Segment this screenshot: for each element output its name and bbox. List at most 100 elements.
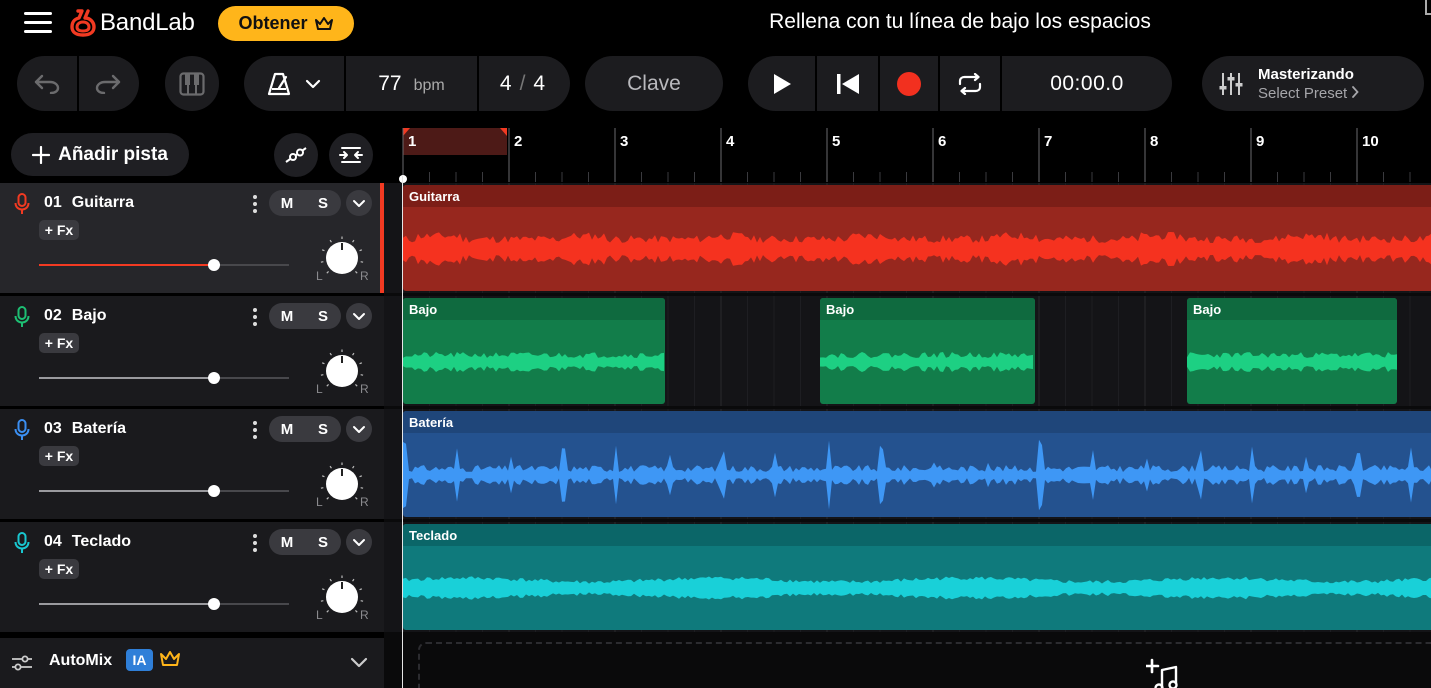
get-button-label: Obtener: [238, 13, 308, 33]
track-header[interactable]: 01 Guitarra M S + Fx L R: [0, 183, 384, 293]
audio-clip[interactable]: Bajo: [820, 298, 1035, 404]
automation-icon: [285, 147, 307, 163]
audio-clip[interactable]: Bajo: [1187, 298, 1397, 404]
expand-track-button[interactable]: [346, 529, 372, 555]
key-button[interactable]: Clave: [585, 56, 723, 111]
volume-handle[interactable]: [208, 259, 220, 271]
solo-button[interactable]: S: [305, 416, 341, 442]
undo-button[interactable]: [17, 56, 77, 111]
time-value: 00:00.0: [1050, 71, 1124, 95]
add-fx-button[interactable]: + Fx: [39, 220, 79, 240]
loop-icon: [958, 72, 982, 95]
audio-clip[interactable]: Teclado: [403, 524, 1431, 630]
expand-track-button[interactable]: [346, 190, 372, 216]
clip-title: Bajo: [403, 298, 665, 320]
bandlab-logo-icon: [70, 9, 96, 37]
time-signature-denominator: 4: [533, 71, 548, 95]
play-button[interactable]: [748, 56, 815, 111]
clip-title: Guitarra: [403, 185, 1431, 207]
clip-title: Batería: [403, 411, 1431, 433]
track-header[interactable]: 03 Batería M S + Fx L R: [0, 409, 384, 519]
time-signature-numerator: 4: [499, 71, 514, 95]
audio-clip[interactable]: Bajo: [403, 298, 665, 404]
more-icon[interactable]: [250, 419, 260, 441]
pan-knob-icon[interactable]: [320, 575, 364, 619]
bar-number: 7: [1044, 133, 1053, 150]
microphone-icon: [14, 419, 30, 440]
drop-zone[interactable]: [418, 642, 1431, 688]
time-signature-field[interactable]: 4/4: [477, 56, 568, 111]
metronome-button[interactable]: [244, 56, 344, 111]
bar-number: 8: [1150, 133, 1159, 150]
add-fx-button[interactable]: + Fx: [39, 446, 79, 466]
volume-handle[interactable]: [208, 485, 220, 497]
volume-slider[interactable]: [39, 485, 289, 497]
microphone-icon: [14, 193, 30, 214]
top-bar: BandLab Obtener Rellena con tu línea de …: [0, 0, 1431, 46]
transport-group: 00:00.0: [748, 56, 1172, 111]
track-header[interactable]: 02 Bajo M S + Fx L R: [0, 296, 384, 406]
playhead-handle[interactable]: [399, 175, 407, 183]
menu-icon[interactable]: [24, 12, 52, 34]
timeline-ruler[interactable]: 1 2 3 4 5 6 7 8 9 10: [384, 122, 1431, 184]
loop-button[interactable]: [938, 56, 1000, 111]
volume-slider[interactable]: [39, 372, 289, 384]
skip-back-button[interactable]: [815, 56, 878, 111]
track-name[interactable]: 01 Guitarra: [44, 194, 134, 212]
automation-button[interactable]: [274, 133, 318, 177]
audio-clip[interactable]: Batería: [403, 411, 1431, 517]
volume-slider[interactable]: [39, 259, 289, 271]
pan-knob-icon[interactable]: [320, 462, 364, 506]
waveform: [403, 439, 1431, 511]
piano-button[interactable]: [165, 56, 219, 111]
bpm-field[interactable]: 77 bpm: [344, 56, 477, 111]
mastering-button[interactable]: Masterizando Select Preset: [1202, 56, 1424, 111]
add-fx-button[interactable]: + Fx: [39, 333, 79, 353]
more-icon[interactable]: [250, 306, 260, 328]
automix-bar[interactable]: AutoMix IA: [0, 638, 384, 688]
solo-button[interactable]: S: [305, 303, 341, 329]
expand-track-button[interactable]: [346, 303, 372, 329]
bar-number: 9: [1256, 133, 1265, 150]
more-icon[interactable]: [250, 532, 260, 554]
more-icon[interactable]: [250, 193, 260, 215]
loop-region[interactable]: [403, 128, 507, 155]
solo-button[interactable]: S: [305, 190, 341, 216]
ai-badge: IA: [126, 649, 153, 671]
record-button[interactable]: [878, 56, 938, 111]
volume-fill: [39, 490, 214, 492]
volume-slider[interactable]: [39, 598, 289, 610]
mute-button[interactable]: M: [269, 190, 305, 216]
bpm-unit: bpm: [413, 76, 445, 94]
chevron-down-icon[interactable]: [350, 657, 368, 669]
mute-button[interactable]: M: [269, 416, 305, 442]
mute-button[interactable]: M: [269, 529, 305, 555]
clip-title: Bajo: [820, 298, 1035, 320]
add-fx-button[interactable]: + Fx: [39, 559, 79, 579]
playhead[interactable]: [402, 176, 403, 688]
track-name[interactable]: 03 Batería: [44, 420, 126, 438]
mute-button[interactable]: M: [269, 303, 305, 329]
track-header[interactable]: 04 Teclado M S + Fx L R: [0, 522, 384, 632]
volume-handle[interactable]: [208, 372, 220, 384]
pan-knob-icon[interactable]: [320, 349, 364, 393]
pan-knob-icon[interactable]: [320, 236, 364, 280]
redo-button[interactable]: [77, 56, 137, 111]
track-name[interactable]: 02 Bajo: [44, 307, 106, 325]
add-track-button[interactable]: Añadir pista: [11, 133, 189, 176]
volume-handle[interactable]: [208, 598, 220, 610]
automix-label: AutoMix: [49, 652, 113, 669]
pan-left-label: L: [316, 495, 323, 509]
track-number: 01: [44, 194, 62, 211]
chevron-down-icon: [353, 538, 365, 546]
audio-clip[interactable]: Guitarra: [403, 185, 1431, 291]
solo-button[interactable]: S: [305, 529, 341, 555]
get-membership-button[interactable]: Obtener: [218, 6, 354, 41]
mute-solo-group: M S: [269, 529, 341, 555]
expand-track-button[interactable]: [346, 416, 372, 442]
timeline[interactable]: 1 2 3 4 5 6 7 8 9 10 Guitarra Bajo Bajo Bajo Batería T…: [384, 122, 1431, 688]
bandlab-logo[interactable]: BandLab: [70, 8, 195, 38]
track-name[interactable]: 04 Teclado: [44, 533, 131, 551]
bar-number: 4: [726, 133, 735, 150]
arrange-button[interactable]: [329, 133, 373, 177]
